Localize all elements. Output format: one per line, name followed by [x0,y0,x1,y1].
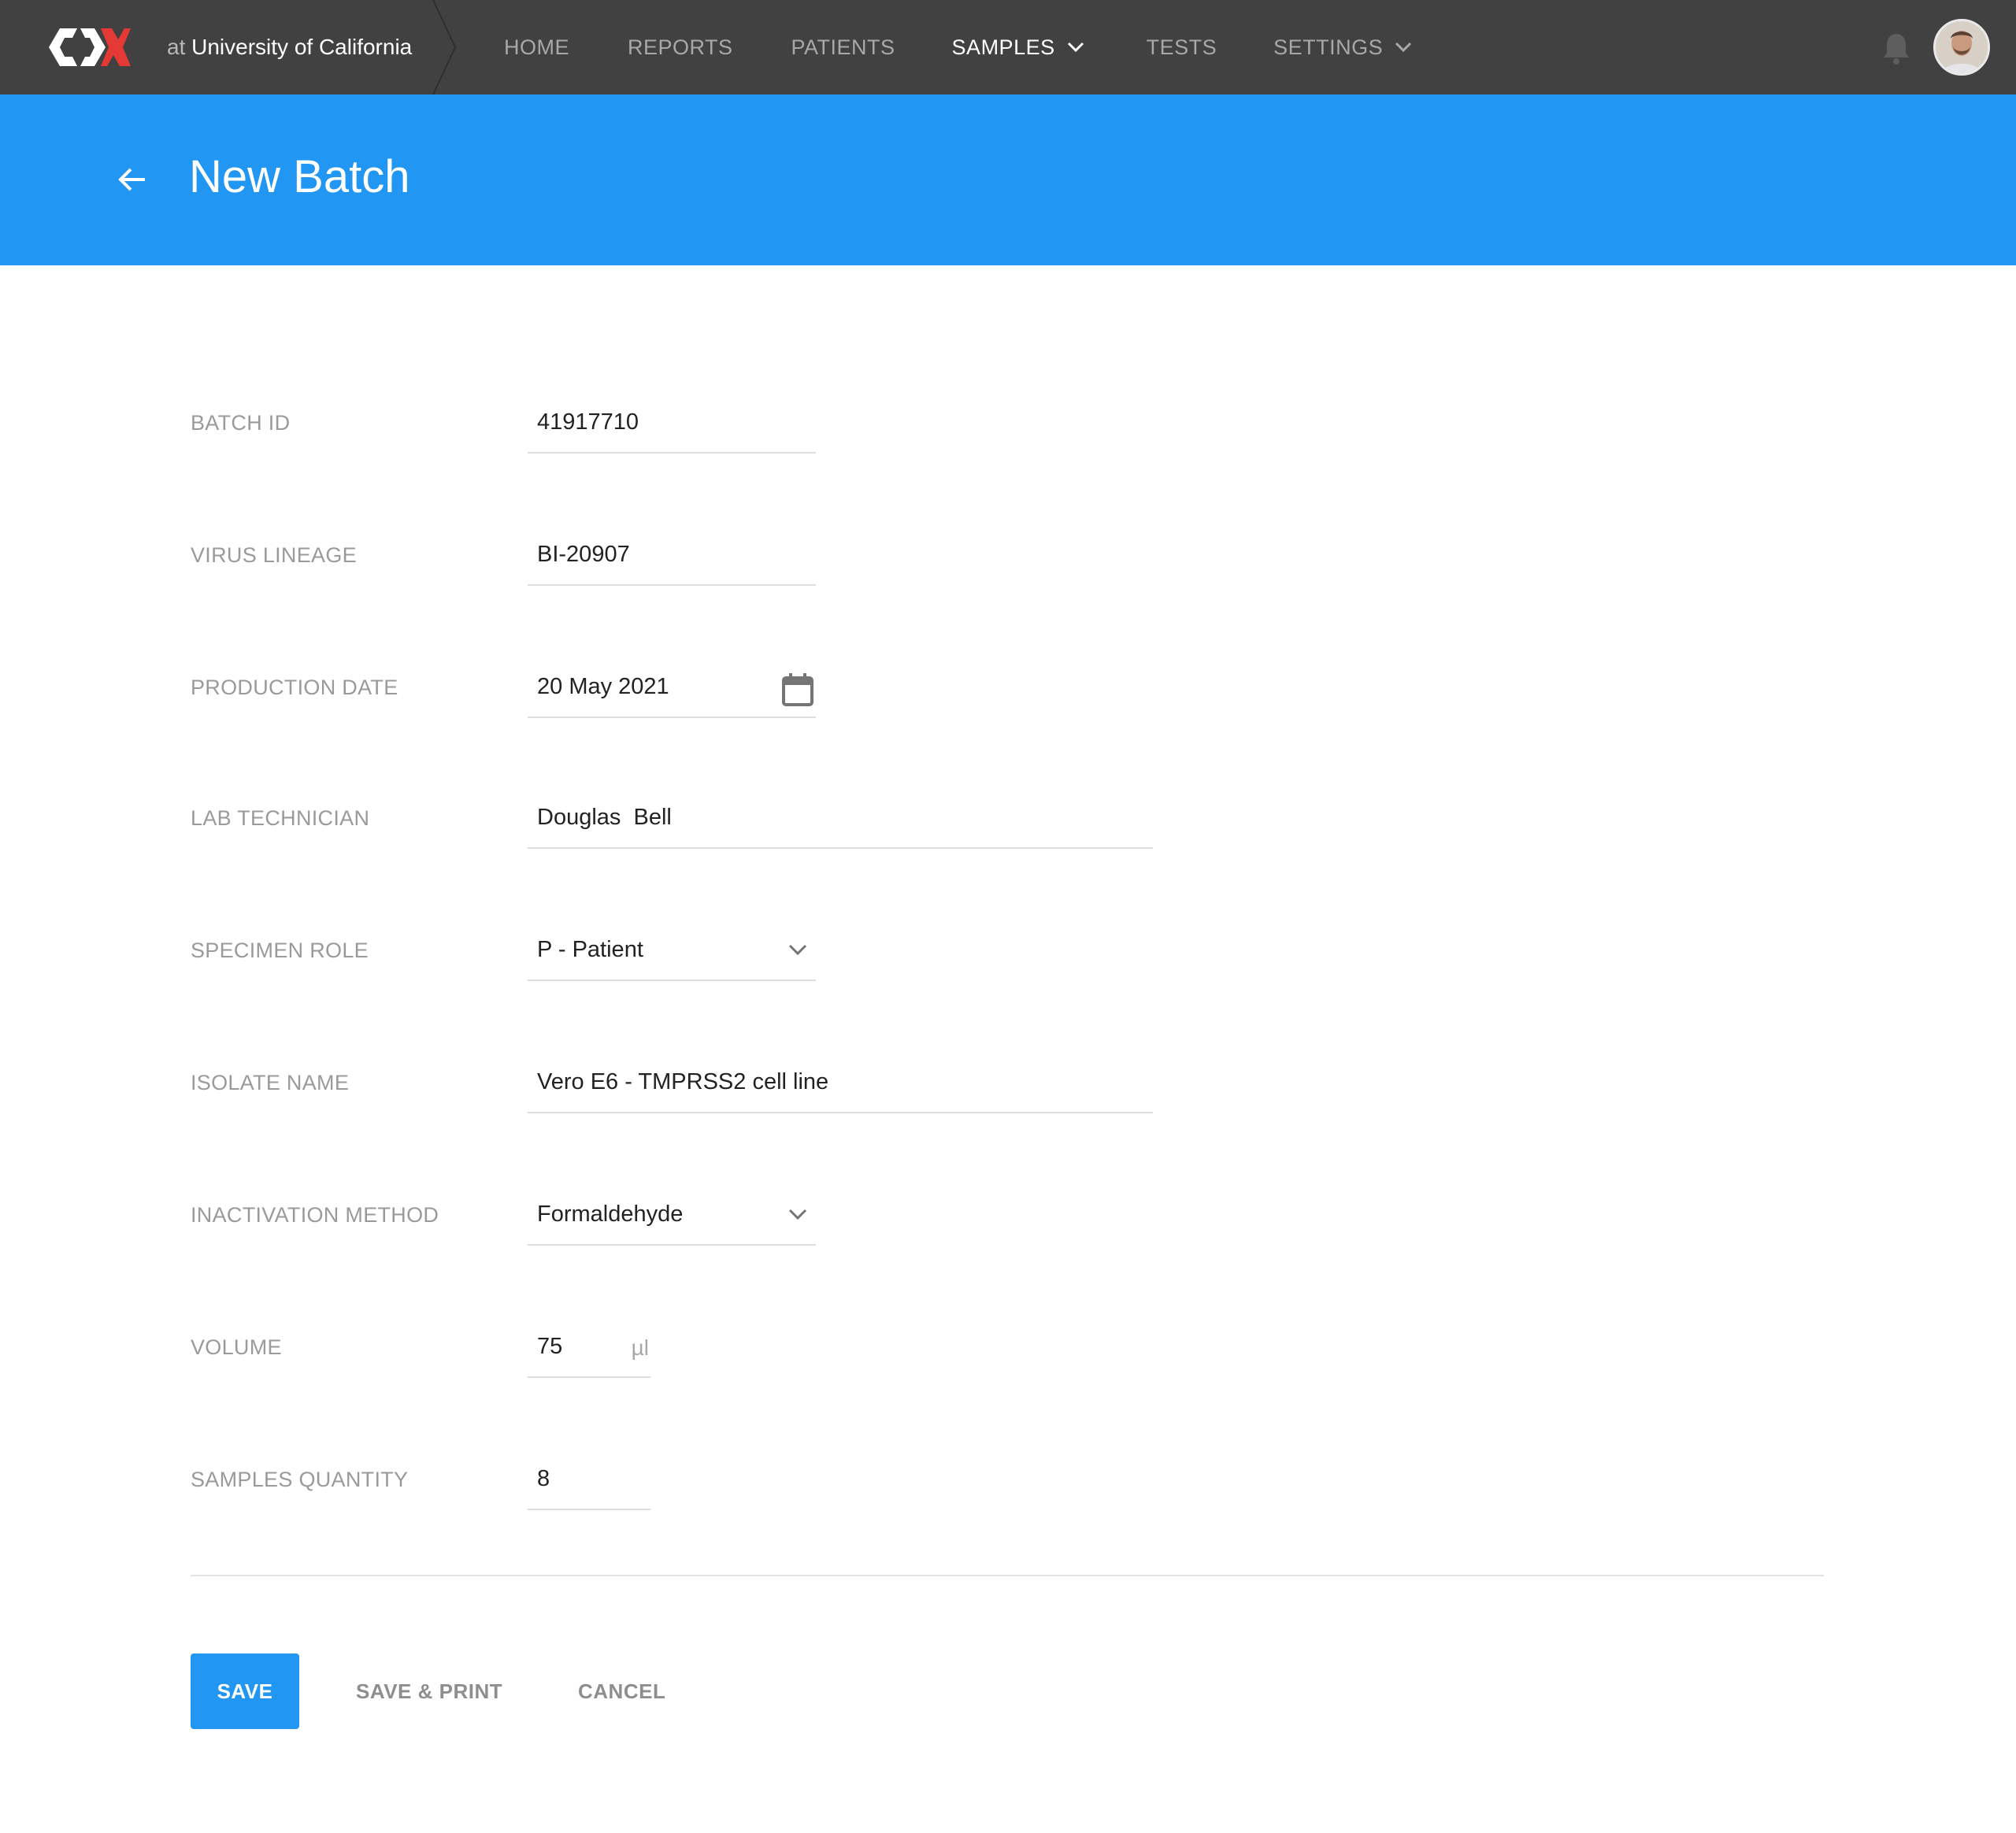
bell-icon[interactable] [1882,31,1910,65]
form-row-samples-quantity: SAMPLES QUANTITY 8 [0,1450,2016,1513]
form-row-inactivation-method: INACTIVATION METHOD Formaldehyde [0,1186,2016,1249]
breadcrumb-separator [432,0,457,94]
virus-lineage-input[interactable]: BI-20907 [528,526,816,586]
virus-lineage-label: VIRUS LINEAGE [191,543,357,567]
save-button[interactable]: SAVE [191,1653,299,1729]
isolate-name-input[interactable]: Vero E6 - TMPRSS2 cell line [528,1054,1153,1113]
production-date-input[interactable]: 20 May 2021 [528,658,816,718]
inactivation-method-label: INACTIVATION METHOD [191,1203,439,1227]
chevron-down-icon [1395,42,1412,53]
form-row-production-date: PRODUCTION DATE 20 May 2021 [0,658,2016,721]
nav-settings[interactable]: SETTINGS [1273,35,1413,60]
top-navigation-bar: at University of California HOME REPORTS… [0,0,2016,94]
volume-input[interactable]: 75 µl [528,1318,650,1378]
form-row-batch-id: BATCH ID 41917710 [0,394,2016,457]
lab-technician-input[interactable]: Douglas Bell [528,789,1153,849]
avatar[interactable] [1933,19,1990,76]
nav-reports[interactable]: REPORTS [628,35,733,60]
nav-settings-label: SETTINGS [1273,35,1384,59]
inactivation-method-select[interactable]: Formaldehyde [528,1186,816,1246]
production-date-label: PRODUCTION DATE [191,676,398,699]
volume-unit: µl [631,1335,649,1360]
page-header-banner: New Batch [0,94,2016,265]
nav-home-label: HOME [504,35,569,59]
isolate-name-value: Vero E6 - TMPRSS2 cell line [537,1069,829,1094]
volume-label: VOLUME [191,1335,282,1359]
lab-technician-label: LAB TECHNICIAN [191,806,370,830]
specimen-role-select[interactable]: P - Patient [528,921,816,981]
samples-quantity-input[interactable]: 8 [528,1450,650,1510]
samples-quantity-value: 8 [537,1466,550,1491]
batch-id-value: 41917710 [537,409,639,435]
form-row-isolate-name: ISOLATE NAME Vero E6 - TMPRSS2 cell line [0,1054,2016,1116]
chevron-down-icon [788,1209,807,1220]
nav-reports-label: REPORTS [628,35,733,59]
lab-technician-value: Douglas Bell [537,805,672,830]
batch-id-input[interactable]: 41917710 [528,394,816,454]
form-divider [191,1575,1824,1576]
form-row-volume: VOLUME 75 µl [0,1318,2016,1381]
volume-value: 75 [537,1334,563,1359]
arrow-left-icon[interactable] [117,164,148,195]
chevron-down-icon [1067,42,1084,53]
save-print-button[interactable]: SAVE & PRINT [356,1653,502,1729]
nav-patients-label: PATIENTS [791,35,895,59]
nav-home[interactable]: HOME [504,35,569,60]
page-title: New Batch [189,151,410,202]
inactivation-method-value: Formaldehyde [537,1202,684,1227]
chevron-down-icon [788,944,807,956]
cdx-logo[interactable] [46,24,131,71]
nav-tests[interactable]: TESTS [1147,35,1217,60]
form-row-lab-technician: LAB TECHNICIAN Douglas Bell [0,789,2016,852]
isolate-name-label: ISOLATE NAME [191,1071,350,1094]
nav-samples[interactable]: SAMPLES [952,35,1085,60]
cancel-button[interactable]: CANCEL [578,1653,665,1729]
virus-lineage-value: BI-20907 [537,542,630,567]
production-date-value: 20 May 2021 [537,674,669,699]
nav-patients[interactable]: PATIENTS [791,35,895,60]
specimen-role-label: SPECIMEN ROLE [191,939,369,962]
batch-id-label: BATCH ID [191,411,291,435]
samples-quantity-label: SAMPLES QUANTITY [191,1468,409,1491]
nav-samples-label: SAMPLES [951,35,1055,59]
form-row-virus-lineage: VIRUS LINEAGE BI-20907 [0,526,2016,589]
specimen-role-value: P - Patient [537,937,643,962]
main-navigation: HOME REPORTS PATIENTS SAMPLES TESTS SETT… [504,0,1413,94]
organization-name: at University of California [167,0,412,94]
form-row-specimen-role: SPECIMEN ROLE P - Patient [0,921,2016,984]
calendar-icon[interactable] [781,672,814,707]
org-prefix: at [167,35,186,59]
org-name: University of California [191,35,413,59]
nav-tests-label: TESTS [1146,35,1217,59]
